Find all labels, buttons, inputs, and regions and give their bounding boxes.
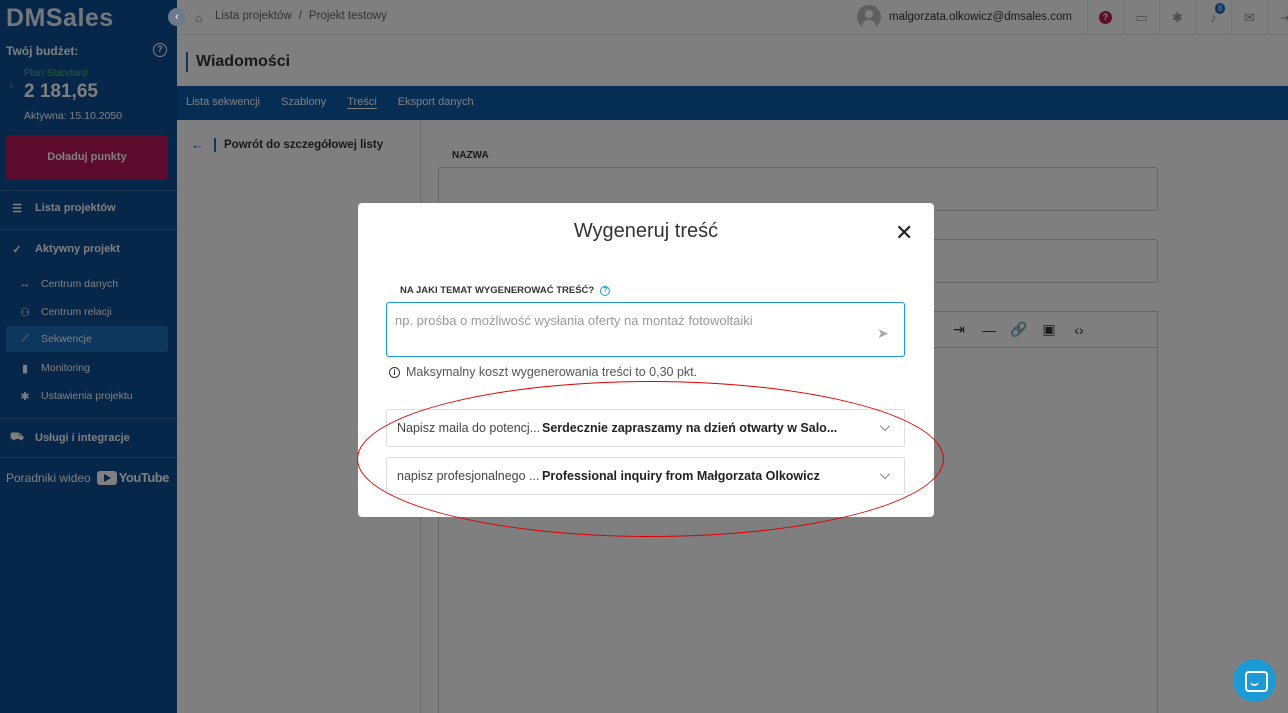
cost-note-text: Maksymalny koszt wygenerowania treści to… xyxy=(406,365,698,379)
chat-widget-button[interactable] xyxy=(1233,659,1276,702)
highlight-annotation xyxy=(357,381,944,537)
topic-label: NA JAKI TEMAT WYGENEROWAĆ TREŚĆ? ? xyxy=(400,285,611,296)
topic-input[interactable] xyxy=(395,313,855,328)
help-circle-icon[interactable]: ? xyxy=(600,285,611,296)
topic-input-wrap: ➤ xyxy=(386,302,905,357)
topic-label-text: NA JAKI TEMAT WYGENEROWAĆ TREŚĆ? xyxy=(400,285,595,296)
sidebar-collapse-button[interactable]: ‹ xyxy=(168,8,186,26)
cost-note: i Maksymalny koszt wygenerowania treści … xyxy=(389,365,697,379)
close-icon[interactable]: ✕ xyxy=(895,222,913,244)
send-icon[interactable]: ➤ xyxy=(877,325,889,342)
modal-title: Wygeneruj treść xyxy=(573,220,719,242)
info-icon: i xyxy=(389,366,400,378)
